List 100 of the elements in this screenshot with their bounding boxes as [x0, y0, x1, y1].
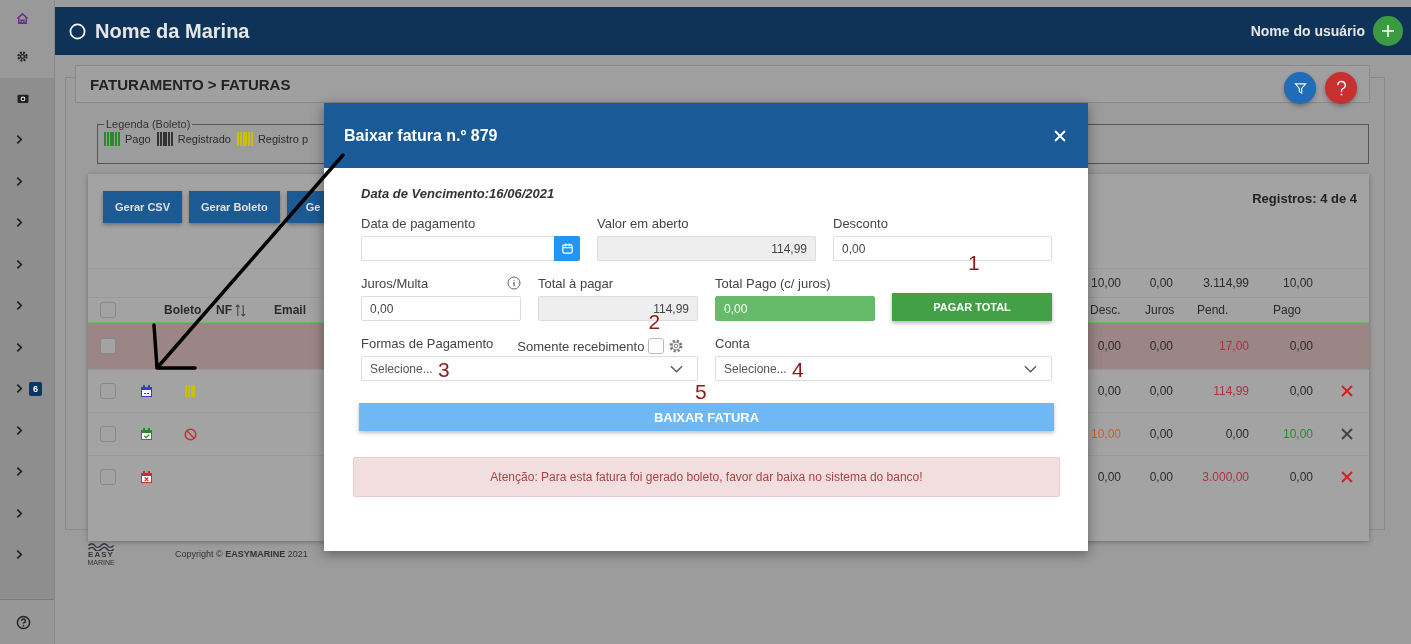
field-label: Desconto: [833, 215, 888, 231]
chevron-right-icon[interactable]: [16, 300, 23, 312]
legend-title: Legenda (Boleto): [105, 118, 192, 130]
table-cell-text: 17,00: [1217, 339, 1250, 353]
checkbox[interactable]: [100, 383, 116, 399]
close-button[interactable]: [1052, 127, 1068, 144]
table-cell-text: 0,00: [1288, 384, 1314, 398]
info-icon[interactable]: [507, 276, 521, 290]
field-label: Total Pago (c/ juros): [715, 275, 831, 291]
due-date: Data de Vencimento:16/06/2021: [361, 186, 556, 201]
app-title: Nome da Marina: [95, 19, 250, 43]
chevron-right-icon[interactable]: [16, 175, 23, 187]
table-cell-text: 0,00: [1096, 384, 1122, 398]
table-cell-text: 3.000,00: [1201, 470, 1250, 484]
filter-button[interactable]: [1284, 72, 1316, 104]
table-cell-text: 0,00: [1288, 339, 1314, 353]
legend-label: Registrado: [177, 133, 231, 145]
calendar-x-icon[interactable]: [139, 470, 153, 484]
calendar-check-icon[interactable]: [139, 427, 153, 441]
total-value: 3.114,99: [1202, 276, 1250, 290]
table-cell-text: 0,00: [1288, 470, 1314, 484]
column-header[interactable]: NF: [216, 303, 232, 317]
question-mark-icon: [1334, 79, 1348, 97]
user-name[interactable]: Nome do usuário: [1250, 23, 1365, 39]
chevron-right-icon[interactable]: [16, 383, 23, 395]
checkbox[interactable]: [100, 338, 116, 354]
calendar-icon: [560, 242, 574, 255]
close-icon: [1054, 129, 1066, 142]
chevron-right-icon[interactable]: [16, 424, 23, 436]
total-value: 10,00: [1089, 276, 1122, 290]
calendar-button[interactable]: [554, 236, 580, 261]
help-icon[interactable]: [16, 614, 31, 630]
filter-icon: [1293, 81, 1307, 95]
logo-text: EASY: [88, 551, 114, 559]
camera-icon[interactable]: [16, 92, 30, 104]
chevron-down-icon: [670, 364, 683, 373]
column-header[interactable]: Pago: [1261, 303, 1325, 317]
column-header[interactable]: Pend.: [1185, 303, 1261, 317]
chevron-right-icon[interactable]: [16, 549, 23, 561]
checkbox[interactable]: [100, 426, 116, 442]
table-cell-text: 10,00: [1281, 427, 1314, 441]
calendar-icon[interactable]: [139, 384, 153, 398]
table-cell-text: 0,00: [1096, 339, 1122, 353]
chevron-right-icon[interactable]: [16, 466, 23, 478]
column-header[interactable]: Boleto: [164, 303, 216, 317]
delete-icon[interactable]: [1341, 428, 1353, 440]
chevron-right-icon[interactable]: [16, 341, 23, 353]
toolbar-button[interactable]: Gerar CSV: [103, 191, 183, 223]
field-label: Conta: [715, 335, 750, 351]
field-label: Formas de Pagamento: [361, 335, 494, 351]
table-cell-text: 0,00: [1096, 470, 1122, 484]
table-cell-text: 0,00: [1148, 384, 1174, 398]
annotation-number: 3: [438, 359, 450, 380]
count-badge: 6: [29, 381, 42, 396]
toolbar-button[interactable]: Gerar Boleto: [189, 191, 280, 223]
chevron-down-icon: [1024, 364, 1037, 373]
circle-icon: [69, 22, 86, 40]
field-label: Valor em aberto: [597, 215, 689, 231]
settings-icon[interactable]: [668, 338, 685, 354]
waves-logo-icon: [87, 542, 115, 551]
help-button[interactable]: [1325, 72, 1357, 104]
chevron-right-icon[interactable]: [16, 217, 23, 229]
date-input-field[interactable]: [361, 236, 580, 261]
add-button[interactable]: [1373, 16, 1403, 46]
home-icon[interactable]: [16, 11, 29, 25]
select-field[interactable]: Selecione... 4: [715, 356, 1052, 381]
table-cell-text: 10,00: [1089, 427, 1122, 441]
annotation-number: 4: [792, 359, 804, 380]
chevron-right-icon[interactable]: [16, 507, 23, 519]
table-cell-text: 0,00: [1148, 339, 1174, 353]
table-cell-text: 0,00: [1224, 427, 1250, 441]
total-value: 10,00: [1281, 276, 1314, 290]
chevron-right-icon[interactable]: [16, 134, 23, 146]
field-label: Juros/Multa: [361, 275, 429, 291]
settings-icon[interactable]: [16, 50, 29, 64]
checkbox[interactable]: [100, 469, 116, 485]
readonly-field: 114,99: [597, 236, 816, 261]
table-cell-text: 0,00: [1148, 470, 1174, 484]
copyright-text: Copyright © EASYMARINE 2021: [175, 549, 308, 559]
plus-icon: [1380, 23, 1396, 39]
record-count: Registros: 4 de 4: [1252, 191, 1357, 208]
checkbox[interactable]: [648, 338, 665, 354]
checkbox-label: Somente recebimento: [517, 338, 645, 354]
field-label: Data de pagamento: [361, 215, 476, 231]
column-header[interactable]: Juros: [1133, 303, 1185, 317]
table-cell-text: 0,00: [1148, 427, 1174, 441]
sort-icon[interactable]: [235, 303, 246, 317]
modal-title: Baixar fatura n.º 879: [344, 126, 498, 145]
chevron-right-icon[interactable]: [16, 258, 23, 270]
checkbox[interactable]: [100, 302, 116, 318]
pay-total-button[interactable]: PAGAR TOTAL: [892, 293, 1052, 321]
annotation-number: 5: [695, 381, 707, 402]
table-cell-text: 114,99: [1212, 384, 1250, 398]
alert-message: Atenção: Para esta fatura foi gerado boleto, favor dar baixa no sistema do banco!: [353, 457, 1060, 497]
legend-label: Pago: [125, 133, 151, 145]
breadcrumb: FATURAMENTO > FATURAS: [90, 75, 291, 93]
input-field[interactable]: 0,00: [361, 296, 521, 321]
total-value: 0,00: [1148, 276, 1174, 290]
field-label: Total à pagar: [538, 275, 614, 291]
select-field[interactable]: Selecione... 3: [361, 356, 698, 381]
